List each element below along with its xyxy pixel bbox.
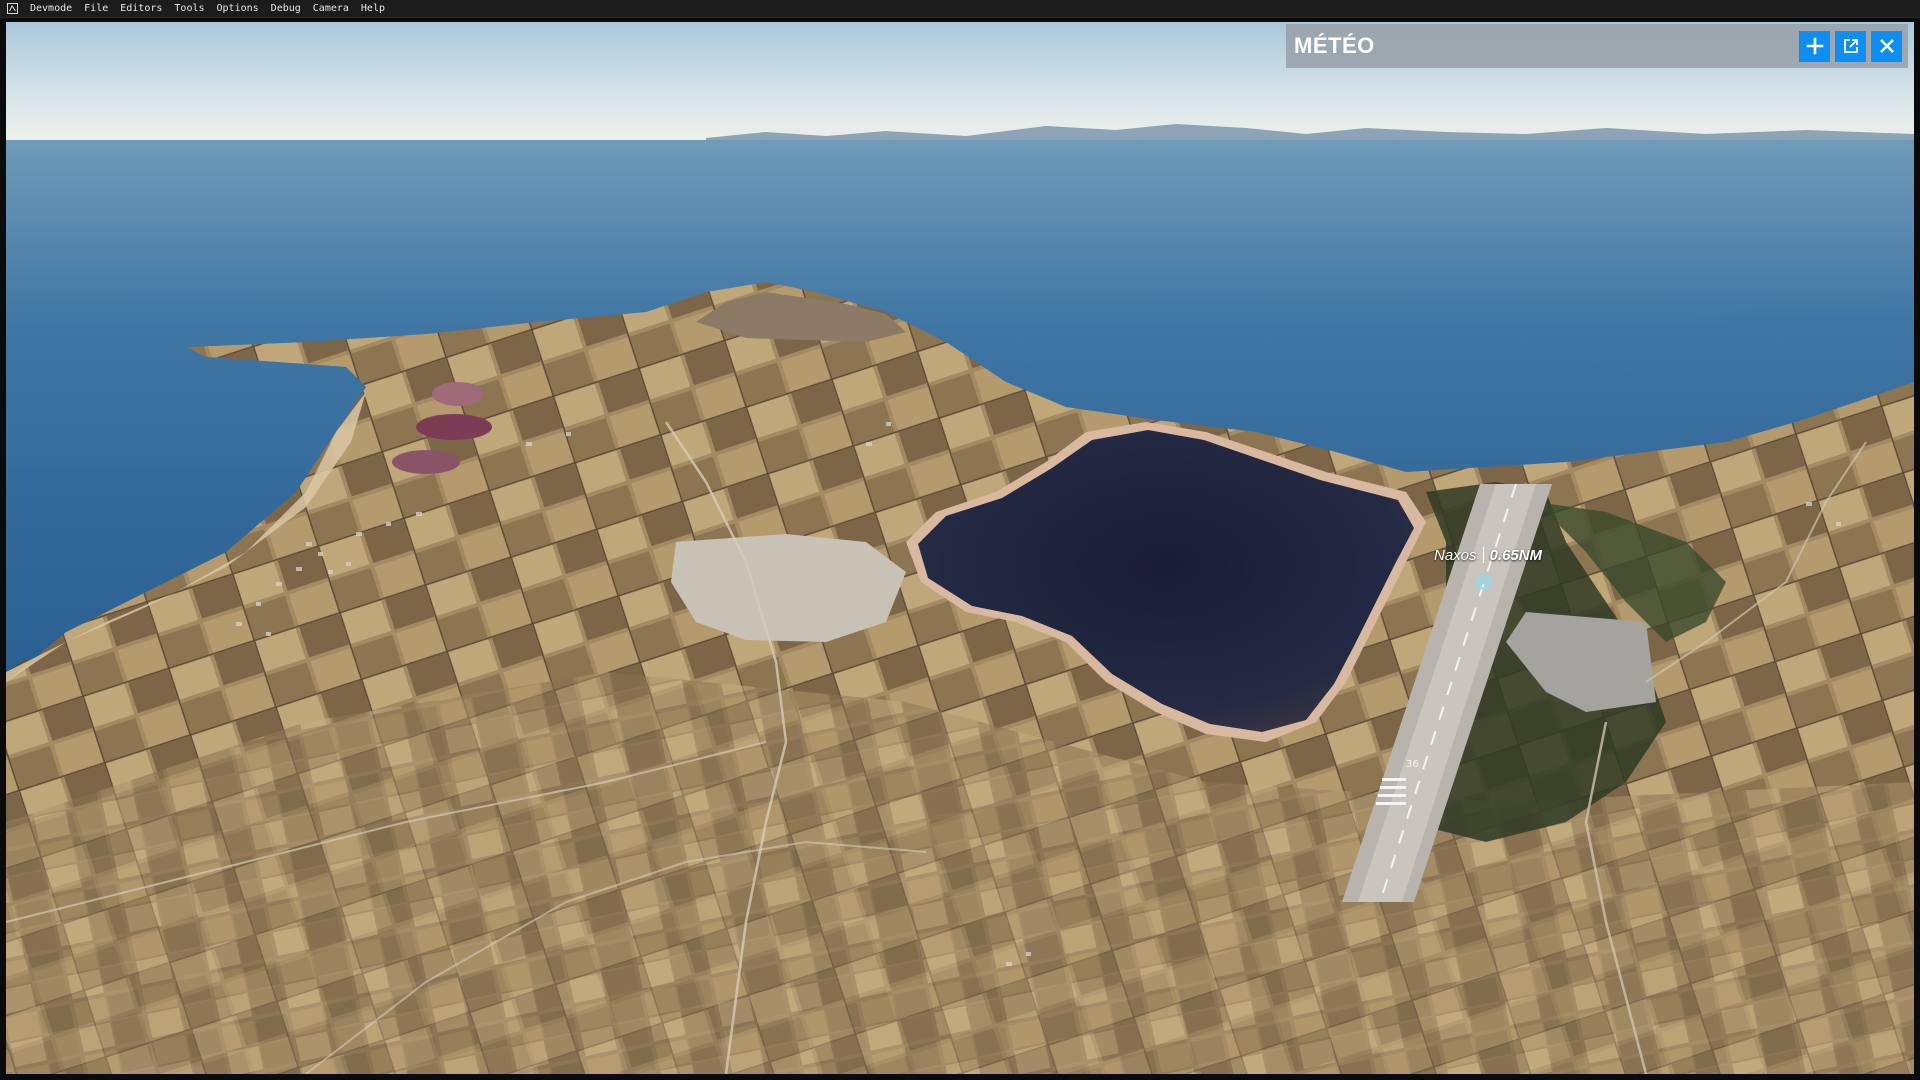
menu-help[interactable]: Help <box>355 0 391 17</box>
label-divider <box>1482 547 1484 563</box>
airport-distance: 0.65NM <box>1489 547 1543 564</box>
weather-panel: MÉTÉO <box>1286 24 1908 68</box>
close-button[interactable] <box>1871 30 1902 62</box>
scene-viewport[interactable]: 36 <box>6 22 1914 1074</box>
airport-name: Naxos <box>1434 547 1477 564</box>
menu-tools[interactable]: Tools <box>168 0 210 17</box>
add-button[interactable] <box>1799 30 1830 62</box>
aerial-scene: 36 <box>6 22 1914 1074</box>
simulator-window: Devmode File Editors Tools Options Debug… <box>0 0 1920 1080</box>
popout-icon <box>1843 39 1858 53</box>
menu-options[interactable]: Options <box>211 0 265 17</box>
airport-marker-icon[interactable] <box>1476 574 1492 590</box>
close-icon <box>1879 39 1894 53</box>
popout-button[interactable] <box>1835 30 1866 62</box>
menu-debug[interactable]: Debug <box>265 0 307 17</box>
menu-camera[interactable]: Camera <box>307 0 355 17</box>
devmode-icon <box>6 3 18 15</box>
weather-panel-title: MÉTÉO <box>1294 33 1375 58</box>
menu-editors[interactable]: Editors <box>114 0 168 17</box>
runway-number: 36 <box>1406 759 1419 770</box>
airport-label[interactable]: Naxos 0.65NM <box>1434 544 1542 564</box>
menu-file[interactable]: File <box>78 0 114 17</box>
menu-devmode[interactable]: Devmode <box>24 0 78 17</box>
menu-bar: Devmode File Editors Tools Options Debug… <box>0 0 1920 18</box>
plus-icon <box>1806 37 1823 55</box>
